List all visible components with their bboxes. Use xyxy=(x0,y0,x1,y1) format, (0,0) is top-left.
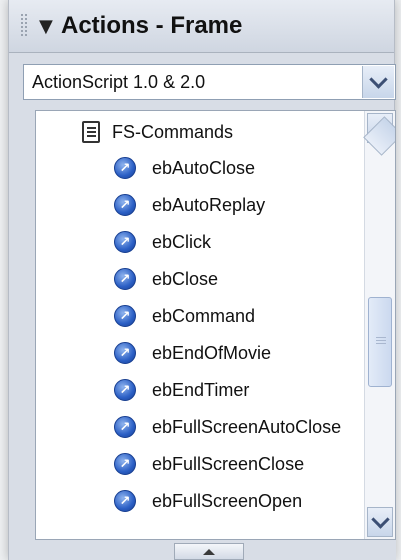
folder-label: FS-Commands xyxy=(112,121,234,142)
action-arrow-icon: ↗ xyxy=(114,490,136,512)
action-arrow-icon: ↗ xyxy=(114,453,136,475)
scroll-up-button[interactable] xyxy=(363,113,395,156)
action-arrow-icon: ↗ xyxy=(114,194,136,216)
action-arrow-icon: ↗ xyxy=(114,342,136,364)
script-version-select[interactable]: ActionScript 1.0 & 2.0 xyxy=(23,64,396,100)
panel-title: Actions - Frame xyxy=(61,12,243,39)
tree-item-label: ebClick xyxy=(152,231,212,252)
book-icon xyxy=(82,121,100,143)
tree-item-ebendofmovie[interactable]: ↗ ebEndOfMovie xyxy=(114,338,271,368)
action-arrow-icon: ↗ xyxy=(114,379,136,401)
thumb-grip-icon xyxy=(376,337,386,345)
tree-item-ebautoclose[interactable]: ↗ ebAutoClose xyxy=(114,153,255,183)
tree-item-label: ebCommand xyxy=(152,305,256,326)
chevron-down-icon xyxy=(369,70,388,89)
tree-item-ebendtimer[interactable]: ↗ ebEndTimer xyxy=(114,375,249,405)
tree-item-ebautoreplay[interactable]: ↗ ebAutoReplay xyxy=(114,190,265,220)
vertical-scrollbar[interactable] xyxy=(363,111,395,539)
tree-item-label: ebEndOfMovie xyxy=(152,342,272,363)
chevron-up-icon xyxy=(363,116,395,156)
tree-item-ebfullscreenautoclose[interactable]: ↗ ebFullScreenAutoClose xyxy=(114,412,341,442)
action-arrow-icon: ↗ xyxy=(114,305,136,327)
scrollbar-thumb[interactable] xyxy=(368,297,392,387)
action-arrow-icon: ↗ xyxy=(114,416,136,438)
actions-panel: ▼ Actions - Frame ActionScript 1.0 & 2.0… xyxy=(8,0,396,560)
triangle-up-icon xyxy=(203,548,215,555)
tree-item-label: ebFullScreenClose xyxy=(152,453,305,474)
tree-item-ebfullscreenopen[interactable]: ↗ ebFullScreenOpen xyxy=(114,486,302,516)
tree-item-label: ebFullScreenOpen xyxy=(152,490,303,511)
tree-item-label: ebEndTimer xyxy=(152,379,250,400)
tree-item-label: ebClose xyxy=(152,268,219,289)
tree-folder-fs-commands[interactable]: FS-Commands xyxy=(82,117,233,147)
drag-grip-icon[interactable] xyxy=(21,14,29,38)
action-arrow-icon: ↗ xyxy=(114,157,136,179)
collapse-triangle-icon[interactable]: ▼ xyxy=(39,16,53,37)
tree-item-ebclick[interactable]: ↗ ebClick xyxy=(114,227,211,257)
tree-item-label: ebFullScreenAutoClose xyxy=(152,416,342,437)
tree-item-label: ebAutoReplay xyxy=(152,194,266,215)
panel-titlebar[interactable]: ▼ Actions - Frame xyxy=(9,0,394,53)
chevron-down-icon xyxy=(370,510,390,529)
tree-item-ebfullscreenclose[interactable]: ↗ ebFullScreenClose xyxy=(114,449,304,479)
tree-item-ebclose[interactable]: ↗ ebClose xyxy=(114,264,218,294)
scroll-down-button[interactable] xyxy=(367,507,393,537)
dropdown-button[interactable] xyxy=(362,66,394,98)
pane-resize-handle[interactable] xyxy=(174,543,244,560)
action-arrow-icon: ↗ xyxy=(114,268,136,290)
script-version-value: ActionScript 1.0 & 2.0 xyxy=(32,72,206,92)
action-arrow-icon: ↗ xyxy=(114,231,136,253)
tree-item-ebcommand[interactable]: ↗ ebCommand xyxy=(114,301,255,331)
actions-toolbox-tree: FS-Commands ↗ ebAutoClose ↗ ebAutoReplay… xyxy=(35,110,396,540)
tree-item-label: ebAutoClose xyxy=(152,157,256,178)
